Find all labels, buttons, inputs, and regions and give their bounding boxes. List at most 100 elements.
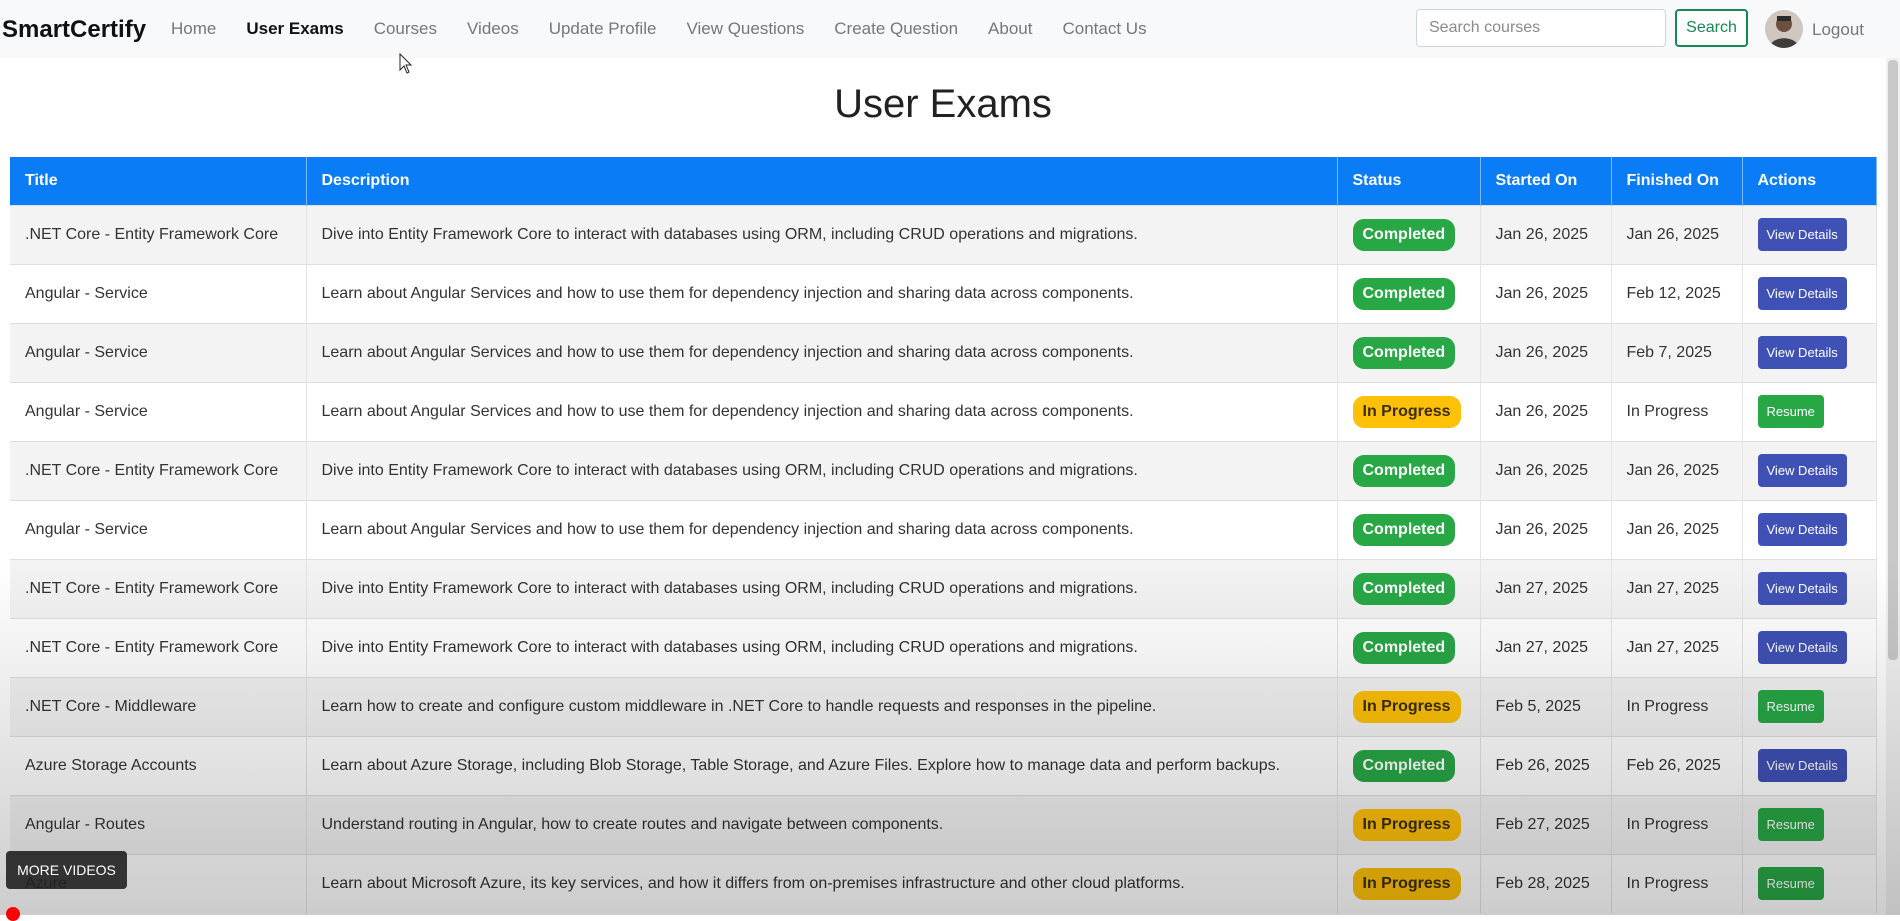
view-details-button[interactable]: View Details [1757,336,1847,369]
exam-actions-cell: View Details [1742,263,1877,323]
table-row: .NET Core - Entity Framework Core Dive in… [10,558,1877,618]
avatar-icon [1765,10,1803,48]
more-videos-button[interactable]: MORE VIDEOS [6,851,127,889]
view-details-button[interactable]: View Details [1757,572,1847,605]
table-row: .NET Core - Entity Framework Core Dive in… [10,617,1877,677]
exam-description-cell: Learn how to create and configure custom… [306,676,1338,736]
exam-actions-cell: Resume [1742,381,1877,441]
status-badge: Completed [1352,336,1456,369]
exam-started-cell: Jan 26, 2025 [1480,499,1612,559]
exam-started-cell: Jan 26, 2025 [1480,204,1612,264]
exam-status-cell: In Progress [1337,381,1481,441]
exam-finished-cell: Jan 26, 2025 [1611,440,1743,500]
exam-status-cell: Completed [1337,499,1481,559]
table-row: .NET Core - Entity Framework Core Dive in… [10,204,1877,264]
exam-started-cell: Jan 27, 2025 [1480,617,1612,677]
exam-title-cell: Angular - Service [10,322,307,382]
brand-logo[interactable]: SmartCertify [2,16,146,44]
table-row: .NET Core - Entity Framework Core Dive in… [10,440,1877,500]
resume-button[interactable]: Resume [1757,808,1824,841]
logout-link[interactable]: Logout [1812,20,1864,40]
status-badge: Completed [1352,454,1456,487]
exam-started-cell: Jan 26, 2025 [1480,440,1612,500]
view-details-button[interactable]: View Details [1757,454,1847,487]
exam-started-cell: Feb 5, 2025 [1480,676,1612,736]
exam-description-cell: Learn about Angular Services and how to … [306,381,1338,441]
exam-status-cell: Completed [1337,440,1481,500]
exam-description-cell: Dive into Entity Framework Core to inter… [306,440,1338,500]
status-badge: Completed [1352,277,1456,310]
column-header-started-on[interactable]: Started On [1480,157,1612,205]
exam-finished-cell: Jan 26, 2025 [1611,499,1743,559]
exam-actions-cell: View Details [1742,617,1877,677]
resume-button[interactable]: Resume [1757,690,1824,723]
column-header-title[interactable]: Title [10,157,307,205]
exam-finished-cell: In Progress [1611,381,1743,441]
resume-button[interactable]: Resume [1757,395,1824,428]
exam-description-cell: Learn about Microsoft Azure, its key ser… [306,853,1338,913]
exam-title-cell: Angular - Service [10,263,307,323]
exam-actions-cell: View Details [1742,322,1877,382]
column-header-status[interactable]: Status [1337,157,1481,205]
exam-status-cell: In Progress [1337,676,1481,736]
mouse-pointer-icon [399,53,413,74]
exam-title-cell: .NET Core - Entity Framework Core [10,204,307,264]
exam-description-cell: Dive into Entity Framework Core to inter… [306,617,1338,677]
view-details-button[interactable]: View Details [1757,218,1847,251]
status-badge: In Progress [1352,395,1461,428]
table-row: Angular - Service Learn about Angular Ser… [10,322,1877,382]
nav-link-user-exams[interactable]: User Exams [246,19,343,39]
nav-link-videos[interactable]: Videos [467,19,519,39]
top-navbar: SmartCertify Home User Exams Courses Vid… [0,0,1900,58]
table-row: Angular - Service Learn about Angular Ser… [10,263,1877,323]
search-input[interactable] [1416,9,1666,47]
view-details-button[interactable]: View Details [1757,749,1847,782]
table-row: .NET Core - Middleware Learn how to creat… [10,676,1877,736]
scrollbar-thumb[interactable] [1888,60,1898,660]
exam-actions-cell: Resume [1742,853,1877,913]
exam-status-cell: Completed [1337,558,1481,618]
exam-title-cell: Azure Storage Accounts [10,735,307,795]
status-badge: Completed [1352,631,1456,664]
exam-finished-cell: Feb 7, 2025 [1611,322,1743,382]
table-row: Angular - Service Learn about Angular Ser… [10,381,1877,441]
column-header-actions[interactable]: Actions [1742,157,1877,205]
exam-started-cell: Feb 28, 2025 [1480,853,1612,913]
page-scrollbar[interactable] [1886,58,1900,915]
exam-finished-cell: In Progress [1611,794,1743,854]
view-details-button[interactable]: View Details [1757,277,1847,310]
table-row: Azure Storage Accounts Learn about Azure … [10,735,1877,795]
exam-started-cell: Feb 26, 2025 [1480,735,1612,795]
nav-link-create-question[interactable]: Create Question [834,19,958,39]
nav-link-about[interactable]: About [988,19,1032,39]
nav-link-update-profile[interactable]: Update Profile [549,19,657,39]
video-progress-dot[interactable] [6,907,20,921]
exam-description-cell: Dive into Entity Framework Core to inter… [306,204,1338,264]
column-header-description[interactable]: Description [306,157,1338,205]
user-avatar[interactable] [1765,10,1803,48]
resume-button[interactable]: Resume [1757,867,1824,901]
exam-status-cell: Completed [1337,617,1481,677]
column-header-finished-on[interactable]: Finished On [1611,157,1743,205]
exam-started-cell: Jan 26, 2025 [1480,322,1612,382]
nav-link-courses[interactable]: Courses [374,19,437,39]
nav-links: Home User Exams Courses Videos Update Pr… [171,0,1177,58]
status-badge: In Progress [1352,867,1461,900]
table-header-row: Title Description Status Started On Fini… [10,157,1877,205]
exam-status-cell: Completed [1337,263,1481,323]
exam-started-cell: Jan 27, 2025 [1480,558,1612,618]
table-row: Angular - Service Learn about Angular Ser… [10,499,1877,559]
exam-finished-cell: Feb 12, 2025 [1611,263,1743,323]
exam-status-cell: In Progress [1337,794,1481,854]
exam-description-cell: Learn about Angular Services and how to … [306,322,1338,382]
exam-finished-cell: Jan 27, 2025 [1611,617,1743,677]
search-button[interactable]: Search [1675,9,1748,47]
nav-link-home[interactable]: Home [171,19,216,39]
view-details-button[interactable]: View Details [1757,513,1847,546]
exam-description-cell: Learn about Angular Services and how to … [306,263,1338,323]
nav-link-contact-us[interactable]: Contact Us [1062,19,1146,39]
exam-title-cell: .NET Core - Entity Framework Core [10,617,307,677]
exam-description-cell: Learn about Angular Services and how to … [306,499,1338,559]
nav-link-view-questions[interactable]: View Questions [686,19,804,39]
view-details-button[interactable]: View Details [1757,631,1847,664]
